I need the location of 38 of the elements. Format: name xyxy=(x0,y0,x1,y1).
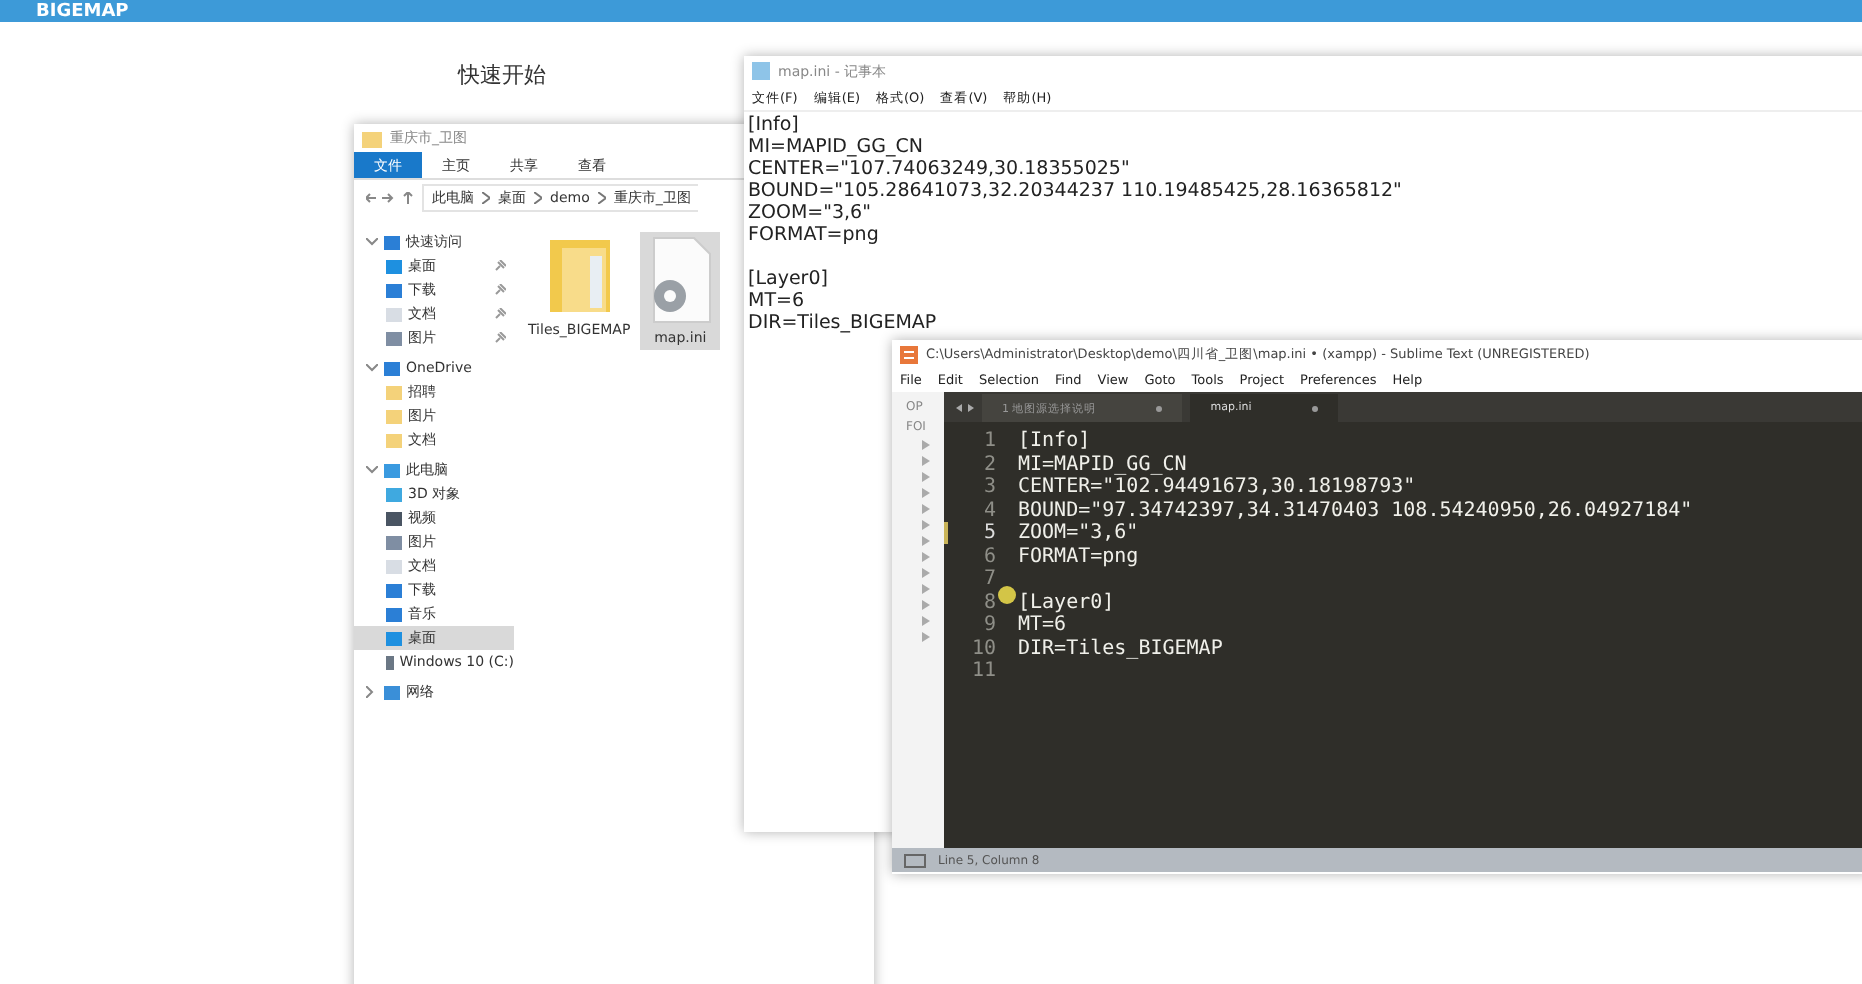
expand-chevron-icon xyxy=(366,364,378,372)
app-icon xyxy=(900,345,918,363)
code-line: DIR=Tiles_BIGEMAP xyxy=(1018,637,1223,660)
page-heading: 快速开始 xyxy=(458,60,546,90)
line-number: 9 xyxy=(981,614,996,637)
chevron-icon xyxy=(597,192,606,204)
navigation-arrows-icon[interactable] xyxy=(366,192,414,204)
code-line: MI=MAPID_GG_CN xyxy=(1018,453,1187,476)
line-number: 10 xyxy=(969,637,996,660)
line-number: 1 xyxy=(981,430,996,453)
cursor-highlight-icon xyxy=(998,586,1016,604)
code-line: [Layer0] xyxy=(1018,591,1115,614)
expand-chevron-icon xyxy=(366,238,378,246)
folder-icon xyxy=(545,236,614,316)
code-line: CENTER="102.94491673,30.18198793" xyxy=(1018,476,1416,499)
code-editor[interactable]: 1 [Info] 2 MI=MAPID_GG_CN 3 CENTER="102.94491673,30.18198793" 4 BOUND="97.34742397,34.31470403 108.54240950,26.04927184" 5 ZOOM="3,6" 6 FORMAT=png 7 8 [Layer0] 9 MT=6 10 DIR=Tiles_BIGEMAP 11 xyxy=(944,422,1862,848)
line-number: 8 xyxy=(981,591,996,614)
line-number: 4 xyxy=(981,499,996,522)
code-line: [Info] xyxy=(1018,430,1091,453)
line-number: 2 xyxy=(981,453,996,476)
chevron-icon xyxy=(482,192,490,204)
expand-chevron-icon xyxy=(366,466,378,474)
line-number: 7 xyxy=(981,568,996,591)
line-number: 11 xyxy=(969,660,996,683)
code-line: FORMAT=png xyxy=(1018,545,1139,568)
code-line: MT=6 xyxy=(1018,614,1067,637)
folder-icon xyxy=(362,129,382,147)
tab-scroll-arrows-icon[interactable] xyxy=(956,403,974,411)
logo-text: BIGEMAP xyxy=(36,1,129,21)
line-number: 3 xyxy=(981,476,996,499)
panel-icon[interactable] xyxy=(904,853,926,867)
collapse-chevron-icon xyxy=(366,686,374,698)
code-line: ZOOM="3,6" xyxy=(1018,522,1139,545)
chevron-icon xyxy=(534,192,542,204)
line-number: 6 xyxy=(981,545,996,568)
code-line: BOUND="97.34742397,34.31470403 108.54240950,26.04927184" xyxy=(1018,499,1693,522)
text-area[interactable]: [Info] MI=MAPID_GG_CN CENTER="107.74063249,30.18355025" BOUND="105.28641073,32.20344237 110.19485425,28.16365812" ZOOM="3,6" FORMAT=png [Layer0] MT=6 DIR=Tiles_BIGEMAP xyxy=(744,112,1406,336)
line-number: 5 xyxy=(944,522,996,545)
